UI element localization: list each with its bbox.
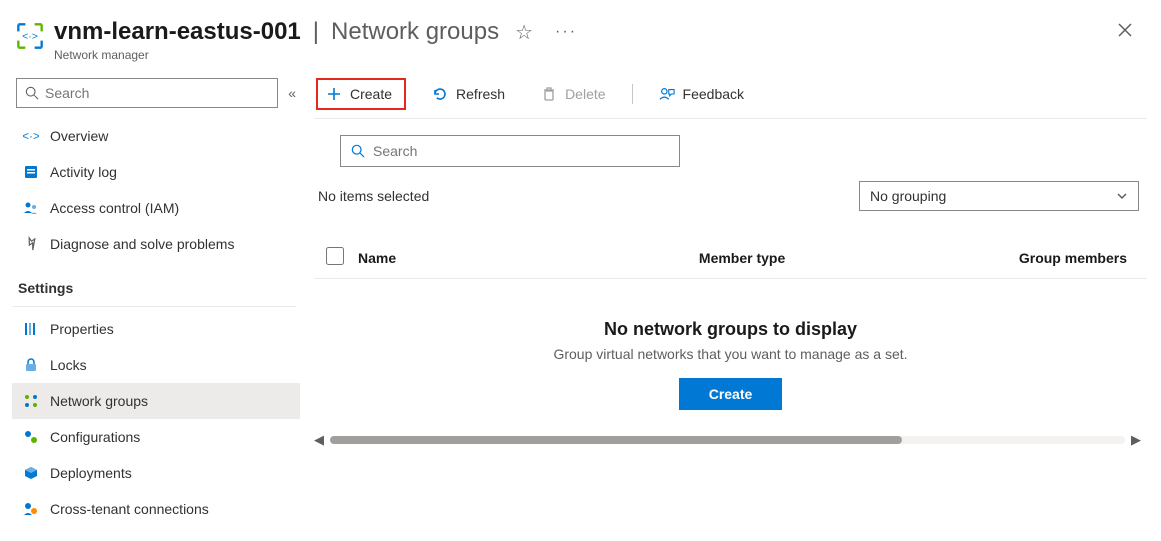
feedback-button[interactable]: Feedback (649, 80, 754, 108)
sidebar: « <·> Overview Activity log Access contr… (0, 72, 300, 527)
sidebar-item-diagnose[interactable]: Diagnose and solve problems (12, 226, 300, 262)
search-icon (25, 86, 39, 100)
feedback-icon (659, 86, 675, 102)
column-name[interactable]: Name (358, 250, 699, 266)
sidebar-item-access-control[interactable]: Access control (IAM) (12, 190, 300, 226)
empty-create-button[interactable]: Create (679, 378, 783, 410)
sidebar-item-label: Overview (50, 128, 108, 144)
selection-status: No items selected (314, 188, 429, 204)
locks-icon (22, 356, 40, 374)
create-button-highlight: Create (316, 78, 406, 110)
delete-button: Delete (531, 80, 615, 108)
diagnose-icon (22, 235, 40, 253)
resource-type-subtitle: Network manager (54, 48, 1109, 62)
sidebar-section-settings: Settings (12, 262, 300, 304)
title-separator: | (313, 18, 319, 46)
grouping-select-value: No grouping (870, 188, 946, 204)
sidebar-item-properties[interactable]: Properties (12, 311, 300, 347)
refresh-button[interactable]: Refresh (422, 80, 515, 108)
sidebar-item-overview[interactable]: <·> Overview (12, 118, 300, 154)
resource-name: vnm-learn-eastus-001 (54, 18, 301, 46)
page-title: Network groups (331, 18, 499, 46)
sidebar-item-label: Deployments (50, 465, 132, 481)
properties-icon (22, 320, 40, 338)
sidebar-item-deployments[interactable]: Deployments (12, 455, 300, 491)
cross-tenant-icon (22, 500, 40, 518)
delete-icon (541, 86, 557, 102)
sidebar-item-activity-log[interactable]: Activity log (12, 154, 300, 190)
more-actions-icon[interactable]: ··· (555, 23, 577, 41)
column-member-type[interactable]: Member type (699, 250, 983, 266)
search-icon (351, 144, 365, 158)
sidebar-item-label: Properties (50, 321, 114, 337)
select-all-checkbox[interactable] (326, 247, 344, 265)
scroll-left-icon[interactable]: ◀ (314, 432, 324, 448)
empty-title: No network groups to display (314, 319, 1147, 340)
overview-icon: <·> (22, 127, 40, 145)
sidebar-item-label: Cross-tenant connections (50, 501, 209, 517)
scroll-right-icon[interactable]: ▶ (1131, 432, 1141, 448)
content-search[interactable] (340, 135, 680, 167)
create-button[interactable]: Create (326, 84, 392, 104)
activity-log-icon (22, 163, 40, 181)
toolbar: Create Refresh Delete Feedback (314, 72, 1147, 119)
divider (12, 306, 296, 307)
svg-text:<·>: <·> (22, 31, 38, 43)
close-icon[interactable] (1109, 18, 1141, 47)
sidebar-item-configurations[interactable]: Configurations (12, 419, 300, 455)
svg-text:<·>: <·> (23, 129, 39, 143)
sidebar-item-cross-tenant[interactable]: Cross-tenant connections (12, 491, 300, 527)
refresh-button-label: Refresh (456, 86, 505, 102)
access-control-icon (22, 199, 40, 217)
table-header: Name Member type Group members (314, 237, 1147, 279)
sidebar-item-locks[interactable]: Locks (12, 347, 300, 383)
sidebar-item-label: Network groups (50, 393, 148, 409)
network-groups-icon (22, 392, 40, 410)
empty-state: No network groups to display Group virtu… (314, 319, 1147, 410)
content-search-input[interactable] (373, 143, 669, 159)
sidebar-item-label: Activity log (50, 164, 117, 180)
sidebar-item-network-groups[interactable]: Network groups (12, 383, 300, 419)
delete-button-label: Delete (565, 86, 605, 102)
column-group-members[interactable]: Group members (983, 250, 1143, 266)
collapse-sidebar-icon[interactable]: « (288, 85, 296, 101)
sidebar-search-input[interactable] (45, 85, 269, 101)
configurations-icon (22, 428, 40, 446)
scrollbar-track[interactable] (330, 436, 1125, 444)
empty-description: Group virtual networks that you want to … (314, 346, 1147, 362)
sidebar-item-label: Configurations (50, 429, 140, 445)
header: <·> vnm-learn-eastus-001 | Network group… (0, 0, 1161, 72)
chevron-down-icon (1116, 190, 1128, 202)
scrollbar-thumb[interactable] (330, 436, 902, 444)
grouping-select[interactable]: No grouping (859, 181, 1139, 211)
pin-star-icon[interactable]: ☆ (515, 20, 533, 45)
sidebar-search[interactable] (16, 78, 278, 108)
sidebar-item-label: Diagnose and solve problems (50, 236, 234, 252)
feedback-button-label: Feedback (683, 86, 744, 102)
plus-icon (326, 86, 342, 102)
main-content: Create Refresh Delete Feedback (300, 72, 1161, 527)
network-manager-icon: <·> (16, 22, 44, 50)
toolbar-separator (632, 84, 633, 104)
refresh-icon (432, 86, 448, 102)
horizontal-scrollbar[interactable]: ◀ ▶ (314, 432, 1147, 448)
sidebar-item-label: Locks (50, 357, 87, 373)
deployments-icon (22, 464, 40, 482)
create-button-label: Create (350, 86, 392, 102)
sidebar-item-label: Access control (IAM) (50, 200, 179, 216)
